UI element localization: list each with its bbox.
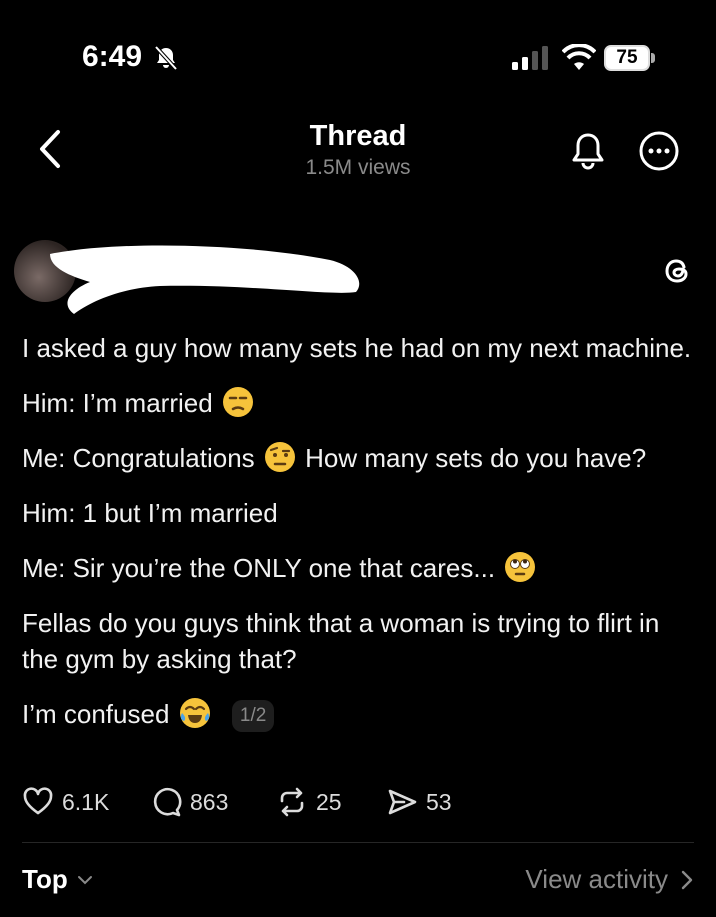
sort-dropdown[interactable]: Top	[22, 864, 94, 895]
action-bar: 6.1K 863 25 53	[22, 784, 702, 820]
send-icon	[388, 789, 417, 815]
post-line-7: I’m confused 1/2	[22, 696, 702, 732]
post-text: Me: Sir you’re the ONLY one that cares..…	[22, 553, 496, 583]
rolling-eyes-face-emoji	[505, 552, 536, 582]
page-title: Thread	[309, 120, 407, 152]
post-body: I asked a guy how many sets he had on my…	[22, 330, 702, 751]
battery-icon: 75	[604, 45, 650, 71]
post-line-1: I asked a guy how many sets he had on my…	[22, 333, 692, 363]
post-text: I’m confused	[22, 699, 170, 729]
share-count: 53	[426, 788, 452, 815]
more-options-icon[interactable]	[638, 130, 680, 172]
post-line-5: Me: Sir you’re the ONLY one that cares..…	[22, 550, 702, 586]
chevron-down-icon	[77, 875, 92, 884]
view-count: 1.5M views	[305, 156, 411, 179]
back-chevron-icon[interactable]	[36, 128, 64, 170]
wifi-icon	[562, 44, 596, 70]
reply-count: 863	[190, 788, 229, 815]
repost-count: 25	[316, 788, 342, 815]
post-line-2: Him: I’m married	[22, 385, 702, 421]
repost-button[interactable]: 25	[276, 784, 342, 820]
post-line-4: Him: 1 but I’m married	[22, 498, 278, 528]
like-count: 6.1K	[62, 788, 110, 815]
view-activity-label: View activity	[525, 864, 668, 894]
threads-logo-icon	[665, 259, 688, 283]
notification-bell-icon[interactable]	[568, 130, 608, 172]
battery-level: 75	[616, 47, 638, 68]
post-line-3: Me: Congratulations How many sets do you…	[22, 440, 702, 476]
sort-label: Top	[22, 864, 68, 894]
battery-tip	[651, 53, 655, 63]
heart-icon	[23, 787, 53, 815]
repost-icon	[280, 787, 304, 817]
post-text: Him: I’m married	[22, 388, 213, 418]
tears-of-joy-emoji	[179, 698, 210, 728]
comment-icon	[153, 787, 182, 817]
chevron-right-icon	[681, 870, 693, 889]
status-time: 6:49	[82, 40, 143, 73]
raised-eyebrow-face-emoji	[264, 442, 295, 472]
unamused-face-emoji	[222, 387, 253, 417]
bell-slash-icon	[154, 45, 178, 71]
post-text: Me: Congratulations	[22, 443, 255, 473]
redaction-scribble	[50, 245, 360, 314]
post-text: How many sets do you have?	[305, 443, 647, 473]
cellular-signal-icon	[512, 46, 548, 70]
reply-button[interactable]: 863	[150, 784, 228, 820]
post-line-6: Fellas do you guys think that a woman is…	[22, 608, 660, 674]
like-button[interactable]: 6.1K	[22, 784, 109, 820]
page-indicator: 1/2	[231, 700, 275, 732]
divider	[22, 842, 694, 843]
view-activity-link[interactable]: View activity	[525, 864, 694, 895]
share-button[interactable]: 53	[386, 784, 452, 820]
